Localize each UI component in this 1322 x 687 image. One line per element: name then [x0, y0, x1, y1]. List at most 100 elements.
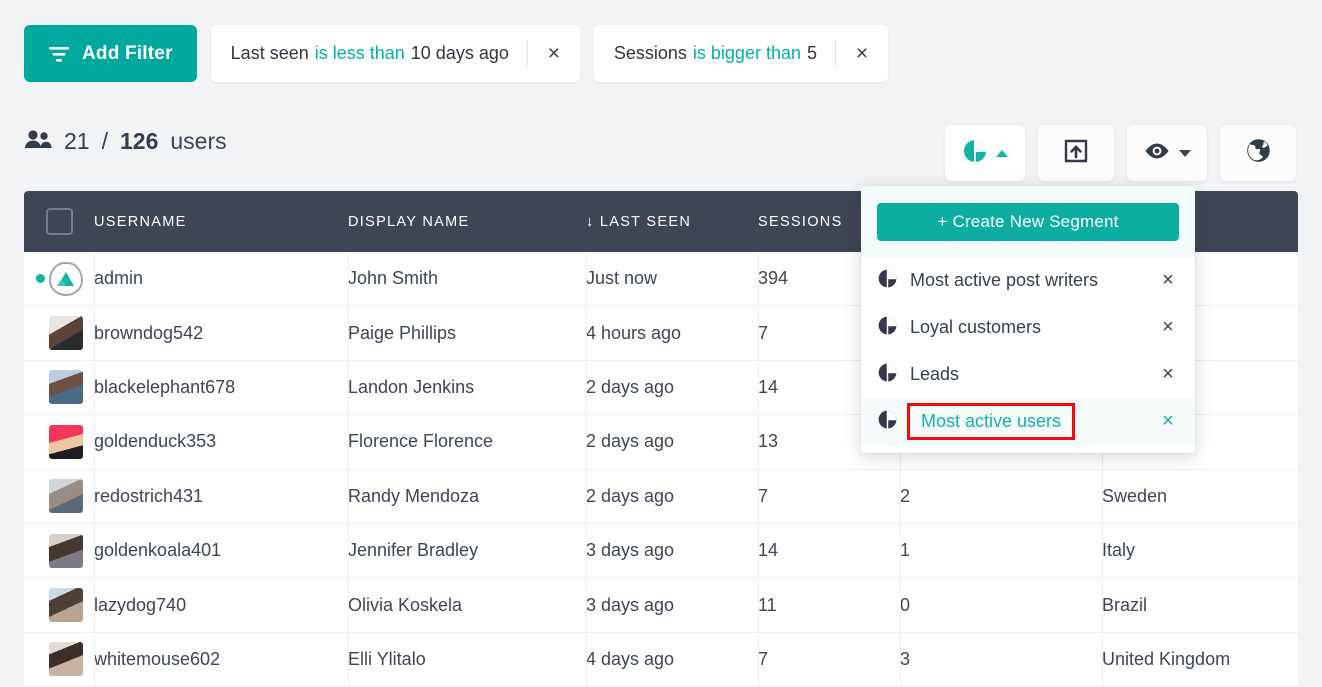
remove-segment-icon[interactable]: ×: [1141, 363, 1195, 386]
filter-pill-last-seen[interactable]: Last seen is less than 10 days ago ×: [210, 25, 580, 82]
filter-field: Last seen: [230, 43, 309, 63]
globe-button[interactable]: [1219, 124, 1297, 182]
cell-username[interactable]: goldenkoala401: [94, 540, 221, 561]
segment-item[interactable]: Leads ×: [861, 351, 1195, 398]
cell-username[interactable]: browndog542: [94, 323, 203, 344]
cell-extra: 3: [900, 648, 911, 669]
cell-display-name: Florence Florence: [348, 431, 494, 452]
segment-item[interactable]: Loyal customers ×: [861, 304, 1195, 351]
row-select-cell[interactable]: [24, 361, 94, 414]
pie-chart-icon: [877, 409, 898, 435]
column-header-display-name[interactable]: DISPLAY NAME: [348, 214, 586, 230]
cell-extra: 0: [900, 594, 911, 615]
column-header-last-seen[interactable]: ↓ LAST SEEN: [586, 214, 758, 230]
cell-username[interactable]: blackelephant678: [94, 377, 235, 398]
cell-sessions: 14: [758, 540, 779, 561]
cell-sessions: 7: [758, 485, 769, 506]
segment-label: Loyal customers: [910, 317, 1042, 337]
cell-extra: 2: [900, 485, 911, 506]
column-header-username[interactable]: USERNAME: [94, 214, 348, 230]
avatar: [49, 642, 83, 677]
cell-display-name: John Smith: [348, 268, 439, 289]
row-select-cell[interactable]: [24, 633, 94, 686]
avatar: [49, 533, 83, 568]
column-divider: [758, 252, 759, 687]
eye-icon: [1143, 141, 1171, 166]
filter-operator: is bigger than: [692, 43, 801, 63]
row-select-cell[interactable]: [24, 470, 94, 523]
filter-field: Sessions: [613, 43, 687, 63]
cell-sessions: 13: [758, 431, 779, 452]
cell-display-name: Landon Jenkins: [348, 376, 475, 397]
selected-count: 21: [64, 128, 90, 154]
table-row[interactable]: lazydog740 Olivia Koskela 3 days ago 11 0 Bra…: [24, 578, 1298, 633]
filter-bar: Add Filter Last seen is less than 10 day…: [24, 25, 888, 82]
segment-item[interactable]: Most active users ×: [861, 398, 1195, 445]
table-row[interactable]: whitemouse602 Elli Ylitalo 4 days ago 7 3 Uni…: [24, 633, 1298, 687]
filter-value: 5: [806, 43, 817, 63]
online-status-dot: [36, 274, 45, 284]
export-icon: [1063, 138, 1089, 169]
column-divider: [348, 252, 349, 687]
pie-chart-icon: [877, 315, 898, 341]
column-divider: [94, 252, 95, 687]
row-select-cell[interactable]: [24, 524, 94, 577]
cell-display-name: Paige Phillips: [348, 322, 457, 343]
cell-username[interactable]: lazydog740: [94, 595, 186, 616]
add-filter-label: Add Filter: [82, 42, 173, 64]
caret-up-icon: [996, 149, 1008, 157]
users-icon: [24, 128, 52, 155]
user-count-summary: 21 / 126 users: [24, 128, 227, 155]
segments-dropdown-header: + Create New Segment: [861, 186, 1195, 257]
add-filter-button[interactable]: Add Filter: [24, 25, 197, 82]
table-row[interactable]: redostrich431 Randy Mendoza 2 days ago 7 2 Sw…: [24, 470, 1298, 524]
cell-country: Italy: [1102, 540, 1136, 561]
filter-icon: [48, 45, 70, 63]
cell-display-name: Randy Mendoza: [348, 485, 480, 506]
cell-last-seen: 2 days ago: [586, 376, 675, 397]
filter-pill-sessions[interactable]: Sessions is bigger than 5 ×: [593, 25, 888, 82]
avatar: [49, 316, 83, 351]
select-all-checkbox[interactable]: [45, 208, 73, 235]
segment-label: Leads: [910, 364, 960, 384]
columns-visibility-button[interactable]: [1126, 124, 1208, 182]
filter-value: 10 days ago: [410, 43, 509, 63]
segments-dropdown: + Create New Segment Most active post wr…: [861, 186, 1195, 453]
table-row[interactable]: goldenkoala401 Jennifer Bradley 3 days ago…: [24, 524, 1298, 579]
segment-item[interactable]: Most active post writers ×: [861, 257, 1195, 304]
table-toolbar: [944, 124, 1297, 182]
cell-username[interactable]: redostrich431: [94, 486, 203, 507]
caret-down-icon: [1179, 149, 1191, 157]
row-select-cell[interactable]: [24, 578, 94, 631]
cell-sessions: 14: [758, 376, 779, 397]
cell-username[interactable]: goldenduck353: [94, 431, 216, 452]
cell-sessions: 394: [758, 268, 789, 289]
cell-display-name: Elli Ylitalo: [348, 648, 426, 669]
avatar: [49, 370, 83, 405]
cell-country: Sweden: [1102, 485, 1168, 506]
cell-country: United Kingdom: [1102, 648, 1231, 669]
select-all-cell[interactable]: [24, 208, 94, 235]
segments-button[interactable]: [944, 124, 1026, 182]
cell-display-name: Jennifer Bradley: [348, 540, 479, 561]
cell-username[interactable]: admin: [94, 268, 143, 289]
remove-segment-icon[interactable]: ×: [1141, 316, 1195, 339]
remove-segment-icon[interactable]: ×: [1141, 269, 1195, 292]
cell-last-seen: 4 hours ago: [586, 322, 682, 343]
row-select-cell[interactable]: [24, 306, 94, 359]
export-button[interactable]: [1037, 124, 1115, 182]
filter-operator: is less than: [314, 43, 405, 63]
row-select-cell[interactable]: [24, 415, 94, 468]
cell-last-seen: 3 days ago: [586, 594, 675, 615]
avatar: [49, 261, 83, 296]
create-new-segment-button[interactable]: + Create New Segment: [877, 203, 1179, 241]
count-divider: /: [101, 128, 108, 154]
cell-sessions: 7: [758, 648, 769, 669]
remove-filter-icon[interactable]: ×: [528, 25, 580, 82]
cell-username[interactable]: whitemouse602: [94, 649, 220, 670]
row-select-cell[interactable]: [24, 252, 94, 305]
pie-chart-icon: [877, 268, 898, 294]
total-count: 126: [119, 128, 159, 154]
remove-segment-icon[interactable]: ×: [1141, 410, 1195, 433]
remove-filter-icon[interactable]: ×: [836, 25, 888, 82]
